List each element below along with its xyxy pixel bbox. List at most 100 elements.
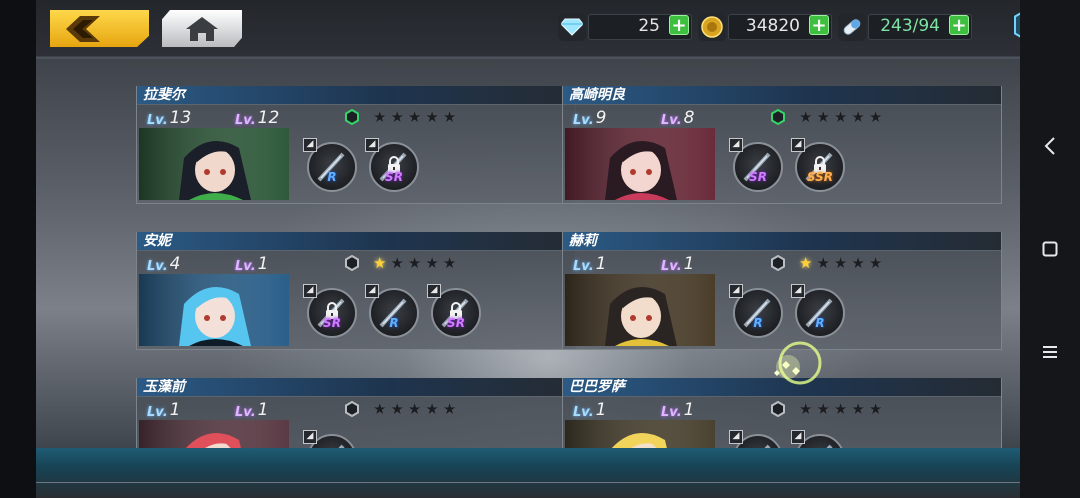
star-icon: ★: [816, 254, 830, 272]
star-icon: ★: [799, 400, 813, 418]
character-name: 巴巴罗萨: [569, 379, 625, 395]
level-purple-value: 1: [257, 400, 269, 420]
rarity-label: R: [389, 316, 399, 330]
level-blue: Lv. 1: [147, 400, 180, 420]
home-icon: [186, 16, 218, 41]
nav-back-button[interactable]: [1020, 126, 1080, 166]
level-blue: Lv. 13: [147, 108, 191, 128]
gold-value: 34820: [745, 16, 800, 36]
level-blue-label: Lv.: [147, 113, 168, 128]
equipment-slot[interactable]: ◢ R: [303, 138, 357, 192]
star-icon: ★: [442, 254, 457, 272]
equipment-slot[interactable]: ◢ R: [729, 284, 783, 338]
star-icon: ★: [407, 400, 422, 418]
star-rating: ★ ★ ★ ★ ★: [373, 254, 456, 272]
equipment-slot[interactable]: ◢ R: [365, 284, 419, 338]
star-icon: ★: [442, 108, 457, 126]
sparkle-effect-icon: [774, 341, 822, 385]
nav-home-button[interactable]: [1020, 229, 1080, 269]
equipment-slot[interactable]: ◢: [303, 430, 357, 448]
weapon-icon: [764, 444, 771, 448]
diamond-value: 25: [638, 16, 660, 36]
level-purple: Lv. 1: [235, 254, 268, 274]
star-rating: ★ ★ ★ ★ ★: [373, 400, 456, 418]
character-portrait: [139, 274, 289, 346]
name-bar: 拉斐尔: [137, 86, 575, 105]
add-diamond-button[interactable]: +: [669, 15, 689, 35]
diamond-icon: [558, 13, 586, 41]
equipment-slot[interactable]: ◢: [791, 430, 845, 448]
level-purple-label: Lv.: [235, 113, 256, 128]
level-purple-label: Lv.: [235, 259, 256, 274]
hexagon-icon: [345, 254, 359, 272]
level-blue: Lv. 9: [573, 108, 606, 128]
star-rating: ★ ★ ★ ★ ★: [799, 254, 882, 272]
equipment-slot[interactable]: ◢ SR: [729, 138, 783, 192]
character-portrait: [139, 128, 289, 200]
level-blue-label: Lv.: [147, 259, 168, 274]
gold-coin-icon: [698, 13, 726, 41]
bottom-bar: [36, 448, 1020, 498]
level-purple-value: 12: [257, 108, 280, 128]
star-icon: ★: [390, 400, 404, 418]
level-blue: Lv. 1: [573, 254, 606, 274]
star-icon: ★: [833, 254, 848, 272]
character-card[interactable]: 高崎明良 Lv. 9 Lv. 8 ★ ★ ★ ★ ★ ◢ SR ◢ SSR: [562, 86, 1002, 204]
hamburger-icon: [1043, 346, 1057, 358]
home-button[interactable]: [162, 10, 242, 47]
weapon-icon: [826, 444, 833, 448]
character-list: 拉斐尔 Lv. 13 Lv. 12 ★ ★ ★ ★ ★ ◢ R ◢ SR 高崎明良 Lv. 9 Lv. 8 ★ ★ ★ ★ ★…: [36, 60, 1020, 448]
add-stamina-button[interactable]: +: [949, 15, 969, 35]
equipment-slot[interactable]: ◢ R: [791, 284, 845, 338]
level-purple-label: Lv.: [661, 405, 682, 420]
star-rating: ★ ★ ★ ★ ★: [799, 108, 882, 126]
nav-menu-button[interactable]: [1020, 332, 1080, 372]
weapon-icon: [338, 444, 345, 448]
level-purple-label: Lv.: [661, 113, 682, 128]
star-icon: ★: [833, 108, 848, 126]
character-card[interactable]: 赫莉 Lv. 1 Lv. 1 ★ ★ ★ ★ ★ ◢ R ◢ R: [562, 232, 1002, 350]
equipment-slot[interactable]: ◢ SR: [303, 284, 357, 338]
level-blue-label: Lv.: [573, 113, 594, 128]
equipment-slot[interactable]: ◢ SSR: [791, 138, 845, 192]
star-icon: ★: [799, 108, 813, 126]
currency-diamond: 25 +: [558, 13, 692, 41]
star-rating: ★ ★ ★ ★ ★: [799, 400, 882, 418]
character-portrait: [565, 420, 715, 448]
stamina-capsule-icon: [838, 13, 866, 41]
character-card[interactable]: 安妮 Lv. 4 Lv. 1 ★ ★ ★ ★ ★ ◢ SR ◢ R ◢ SR: [136, 232, 576, 350]
character-card[interactable]: 拉斐尔 Lv. 13 Lv. 12 ★ ★ ★ ★ ★ ◢ R ◢ SR: [136, 86, 576, 204]
star-icon: ★: [868, 254, 883, 272]
rarity-label: SR: [385, 170, 403, 184]
level-blue-value: 4: [169, 254, 181, 274]
add-gold-button[interactable]: +: [809, 15, 829, 35]
star-icon: ★: [868, 108, 883, 126]
character-card[interactable]: 玉藻前 Lv. 1 Lv. 1 ★ ★ ★ ★ ★ ◢: [136, 378, 576, 448]
hexagon-icon: [345, 400, 359, 418]
hexagon-icon: [771, 254, 785, 272]
star-icon: ★: [425, 254, 439, 272]
equipment-slot[interactable]: ◢: [729, 430, 783, 448]
back-button[interactable]: [50, 10, 149, 47]
level-purple: Lv. 12: [235, 108, 279, 128]
equipment-slot[interactable]: ◢ SR: [427, 284, 481, 338]
star-icon: ★: [868, 400, 883, 418]
character-name: 玉藻前: [143, 379, 185, 395]
chevron-left-icon: [1044, 137, 1055, 155]
level-blue-label: Lv.: [147, 405, 168, 420]
name-bar: 赫莉: [563, 232, 1001, 251]
star-icon: ★: [799, 254, 813, 272]
bottom-divider: [36, 482, 1020, 483]
top-bar-divider: [36, 57, 1020, 59]
level-purple-label: Lv.: [661, 259, 682, 274]
level-purple-value: 1: [257, 254, 269, 274]
character-portrait: [139, 420, 289, 448]
character-name: 安妮: [143, 233, 171, 249]
rarity-label: R: [327, 170, 337, 184]
star-icon: ★: [851, 254, 865, 272]
star-icon: ★: [390, 254, 404, 272]
level-blue-value: 9: [595, 108, 607, 128]
equipment-slot[interactable]: ◢ SR: [365, 138, 419, 192]
name-bar: 安妮: [137, 232, 575, 251]
star-icon: ★: [390, 108, 404, 126]
